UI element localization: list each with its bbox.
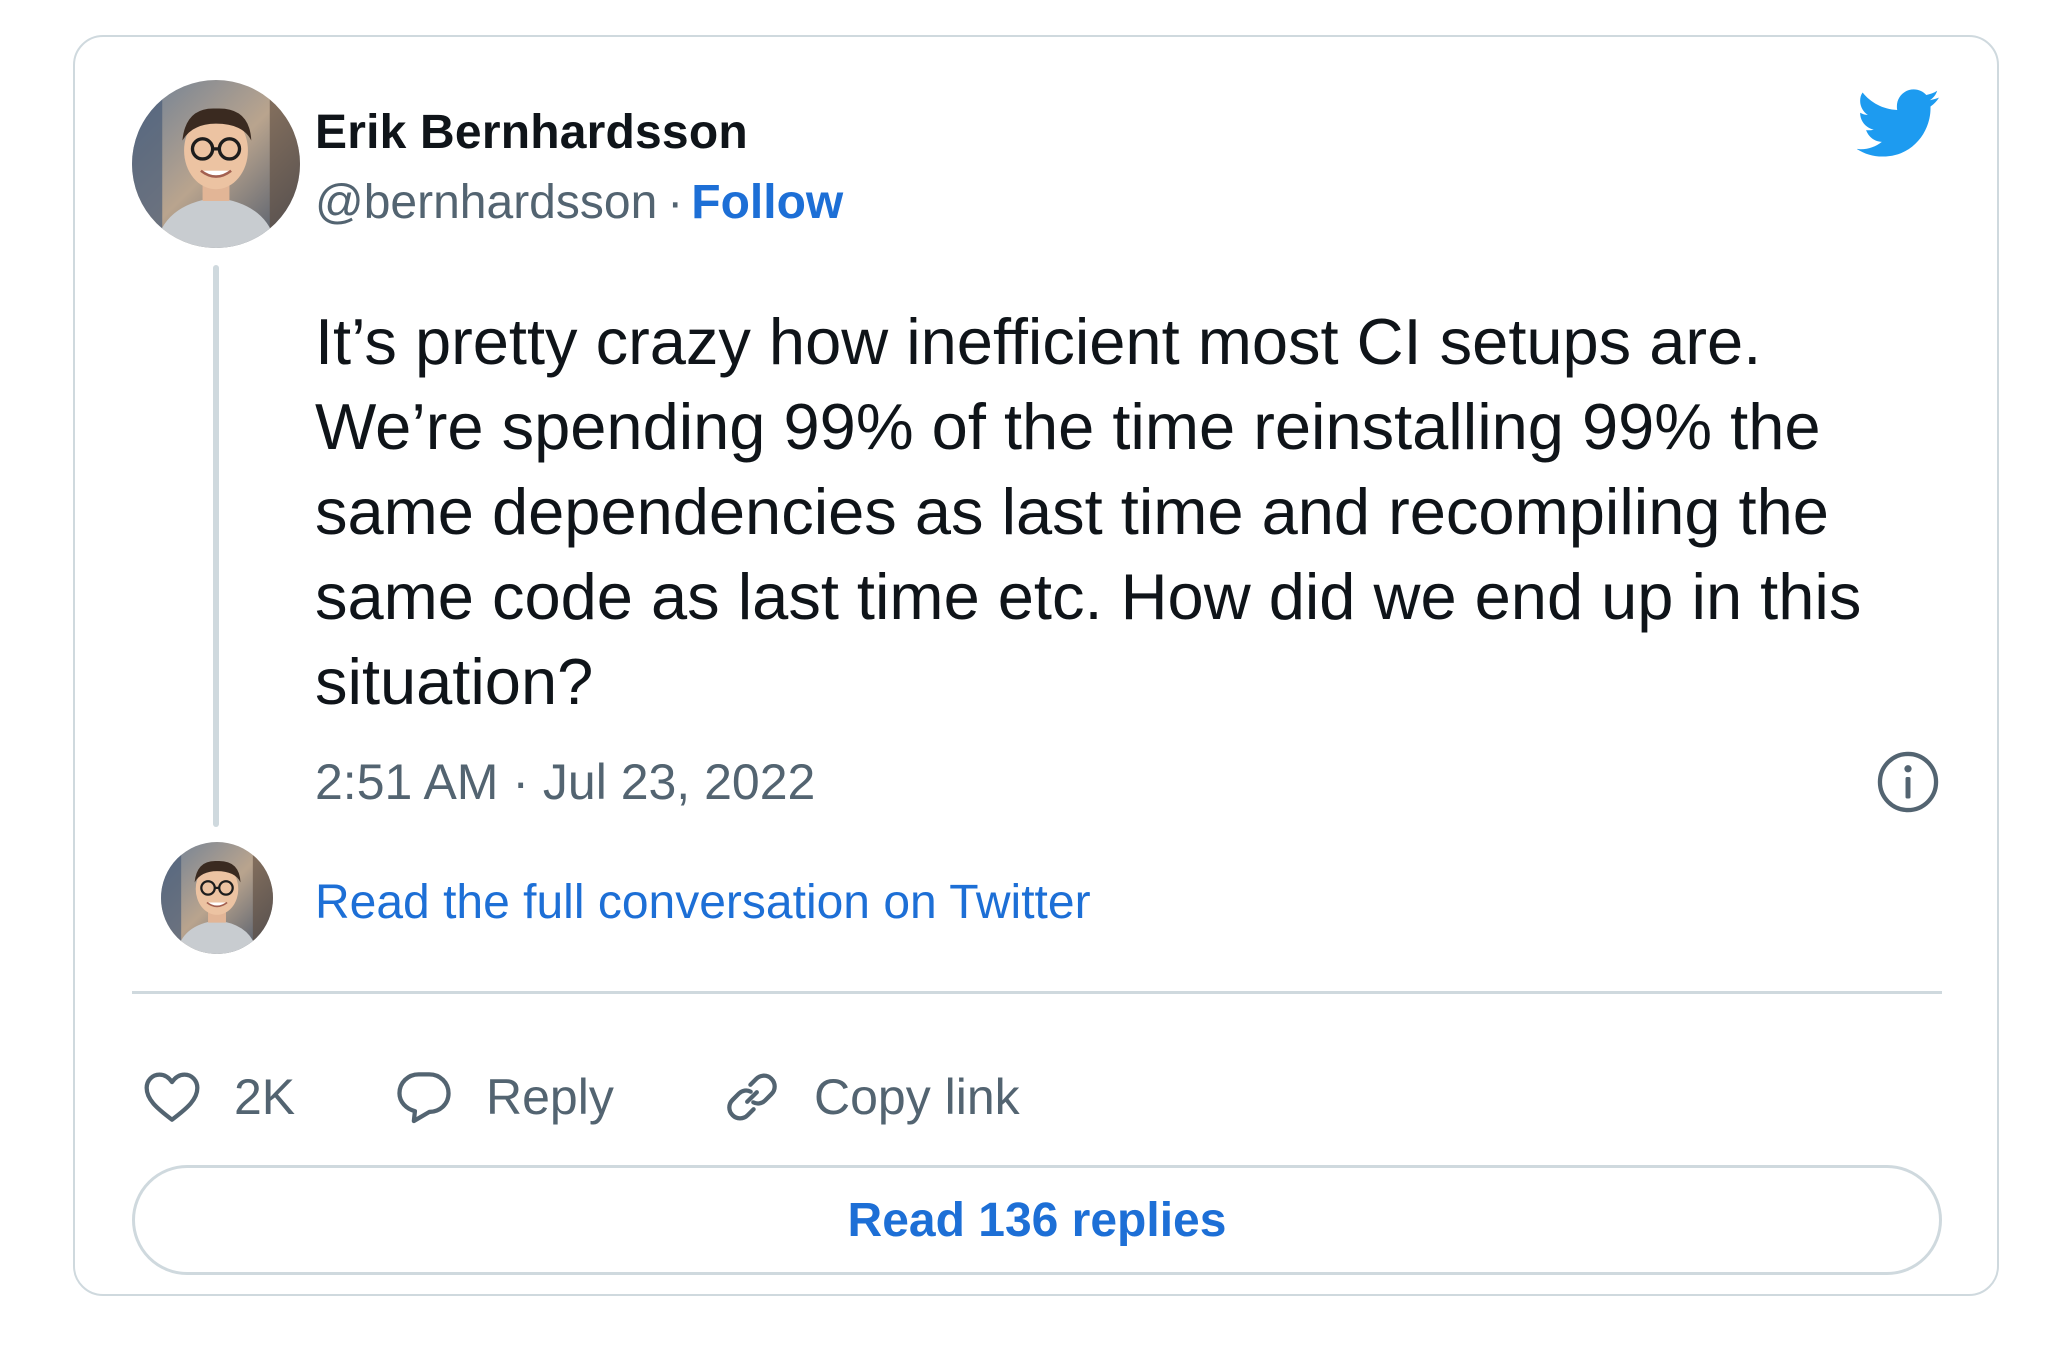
separator: · xyxy=(667,176,684,229)
link-icon xyxy=(720,1065,784,1129)
author-avatar[interactable] xyxy=(132,80,300,248)
author-handle[interactable]: @bernhardsson xyxy=(315,176,657,229)
author-name[interactable]: Erik Bernhardsson xyxy=(315,105,748,160)
tweet-timestamp[interactable]: 2:51 AM · Jul 23, 2022 xyxy=(315,753,815,811)
copy-link-button[interactable]: Copy link xyxy=(720,1047,1020,1147)
twitter-bird-icon[interactable] xyxy=(1857,89,1941,159)
author-meta: @bernhardsson · Follow xyxy=(315,175,843,230)
read-replies-button[interactable]: Read 136 replies xyxy=(132,1165,1942,1275)
tweet-card: Erik Bernhardsson @bernhardsson · Follow I… xyxy=(73,35,1999,1296)
info-icon[interactable] xyxy=(1875,749,1941,815)
like-count: 2K xyxy=(234,1069,296,1125)
tweet-text: It’s pretty crazy how inefficient most C… xyxy=(315,305,1862,718)
reply-label: Reply xyxy=(486,1069,614,1125)
reply-button[interactable]: Reply xyxy=(392,1047,614,1147)
read-conversation-link[interactable]: Read the full conversation on Twitter xyxy=(315,875,1091,930)
divider xyxy=(132,991,1942,994)
thread-line xyxy=(213,265,219,827)
like-button[interactable]: 2K xyxy=(140,1047,295,1147)
heart-icon xyxy=(140,1065,204,1129)
copy-link-label: Copy link xyxy=(814,1069,1020,1125)
speech-bubble-icon xyxy=(392,1065,456,1129)
conversation-avatar[interactable] xyxy=(161,842,273,954)
follow-link[interactable]: Follow xyxy=(691,176,843,229)
